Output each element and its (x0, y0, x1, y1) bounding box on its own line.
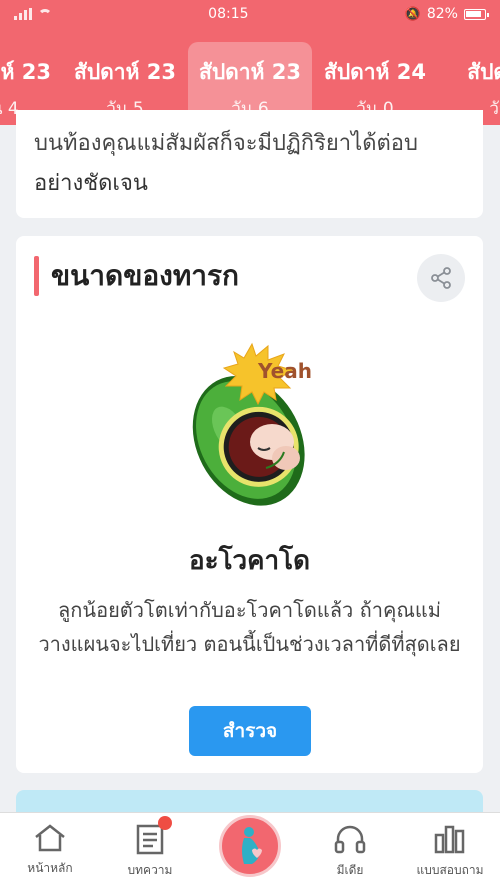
bell-muted-icon: 🔕 (404, 6, 421, 22)
wifi-icon (38, 9, 52, 19)
nav-articles[interactable]: บทความ (100, 813, 200, 889)
baby-size-card: ขนาดของทารก Yeah อะโวคาโด ลูกน้อยตัวโตเท… (16, 236, 483, 773)
signal-icon (14, 8, 32, 20)
section-heading: ขนาดของทารก (34, 254, 239, 298)
week-tab[interactable]: สัปดาห์ 24 วัน 0 (313, 42, 437, 120)
week-tab-title: สัปดาห์ 23 (0, 60, 51, 84)
previous-section-card: บนท้องคุณแม่สัมผัสก็จะมีปฏิกิริยาได้ต่อบ… (16, 110, 483, 218)
pregnant-mother-icon (242, 827, 262, 864)
previous-section-text-line2: อย่างชัดเจน (34, 171, 148, 196)
baby-size-title: ขนาดของทารก (51, 259, 239, 292)
notification-dot (158, 816, 172, 830)
fruit-description: ลูกน้อยตัวโตเท่ากับอะโวคาโดแล้ว ถ้าคุณแม… (38, 598, 461, 656)
avocado-baby-illustration: Yeah (192, 342, 312, 506)
share-icon (431, 267, 451, 289)
nav-media-label: มีเดีย (336, 863, 364, 877)
fruit-name: อะโวคาโด (189, 546, 310, 576)
speech-bubble-text: Yeah (257, 359, 312, 383)
week-tab[interactable]: สัปดาห์ วัน (438, 42, 500, 120)
section-accent-bar (34, 256, 39, 296)
week-tab-title: สัปดาห์ 23 (199, 60, 301, 84)
status-time: 08:15 (208, 6, 249, 22)
top-bar: 08:15 🔕 82% สัปดาห์ 23 วัน 4 สัปดาห์ 23 … (0, 0, 500, 125)
week-tab[interactable]: สัปดาห์ 23 วัน 4 (0, 42, 62, 120)
week-selector: สัปดาห์ 23 วัน 4 สัปดาห์ 23 วัน 5 สัปดาห… (0, 40, 500, 120)
previous-section-text-line1: บนท้องคุณแม่สัมผัสก็จะมีปฏิกิริยาได้ต่อบ (34, 131, 418, 156)
headphones-icon (334, 825, 366, 854)
battery-percent: 82% (426, 6, 458, 22)
status-bar: 08:15 🔕 82% (0, 0, 500, 28)
week-tab-title: สัปดาห์ (467, 60, 500, 84)
status-right: 🔕 82% (404, 6, 489, 22)
bar-chart-icon (434, 825, 465, 854)
nav-media[interactable]: มีเดีย (300, 813, 400, 889)
pregnancy-center-button[interactable] (219, 815, 281, 877)
bottom-navigation: หน้าหลัก บทความ มีเดีย แบบสอบถาม (0, 812, 500, 889)
week-tab-title: สัปดาห์ 24 (324, 60, 426, 84)
battery-icon (463, 8, 489, 20)
home-icon (35, 824, 65, 852)
nav-quiz-label: แบบสอบถาม (416, 863, 484, 877)
week-tab[interactable]: สัปดาห์ 23 วัน 5 (63, 42, 187, 120)
week-tab-title: สัปดาห์ 23 (74, 60, 176, 84)
explore-button[interactable]: สำรวจ (189, 706, 311, 756)
share-button[interactable] (417, 254, 465, 302)
nav-articles-label: บทความ (127, 863, 173, 877)
nav-home-label: หน้าหลัก (27, 861, 73, 875)
nav-home[interactable]: หน้าหลัก (0, 813, 100, 889)
week-tab-active[interactable]: สัปดาห์ 23 วัน 6 (188, 42, 312, 120)
nav-quiz[interactable]: แบบสอบถาม (400, 813, 500, 889)
status-left (14, 8, 52, 20)
